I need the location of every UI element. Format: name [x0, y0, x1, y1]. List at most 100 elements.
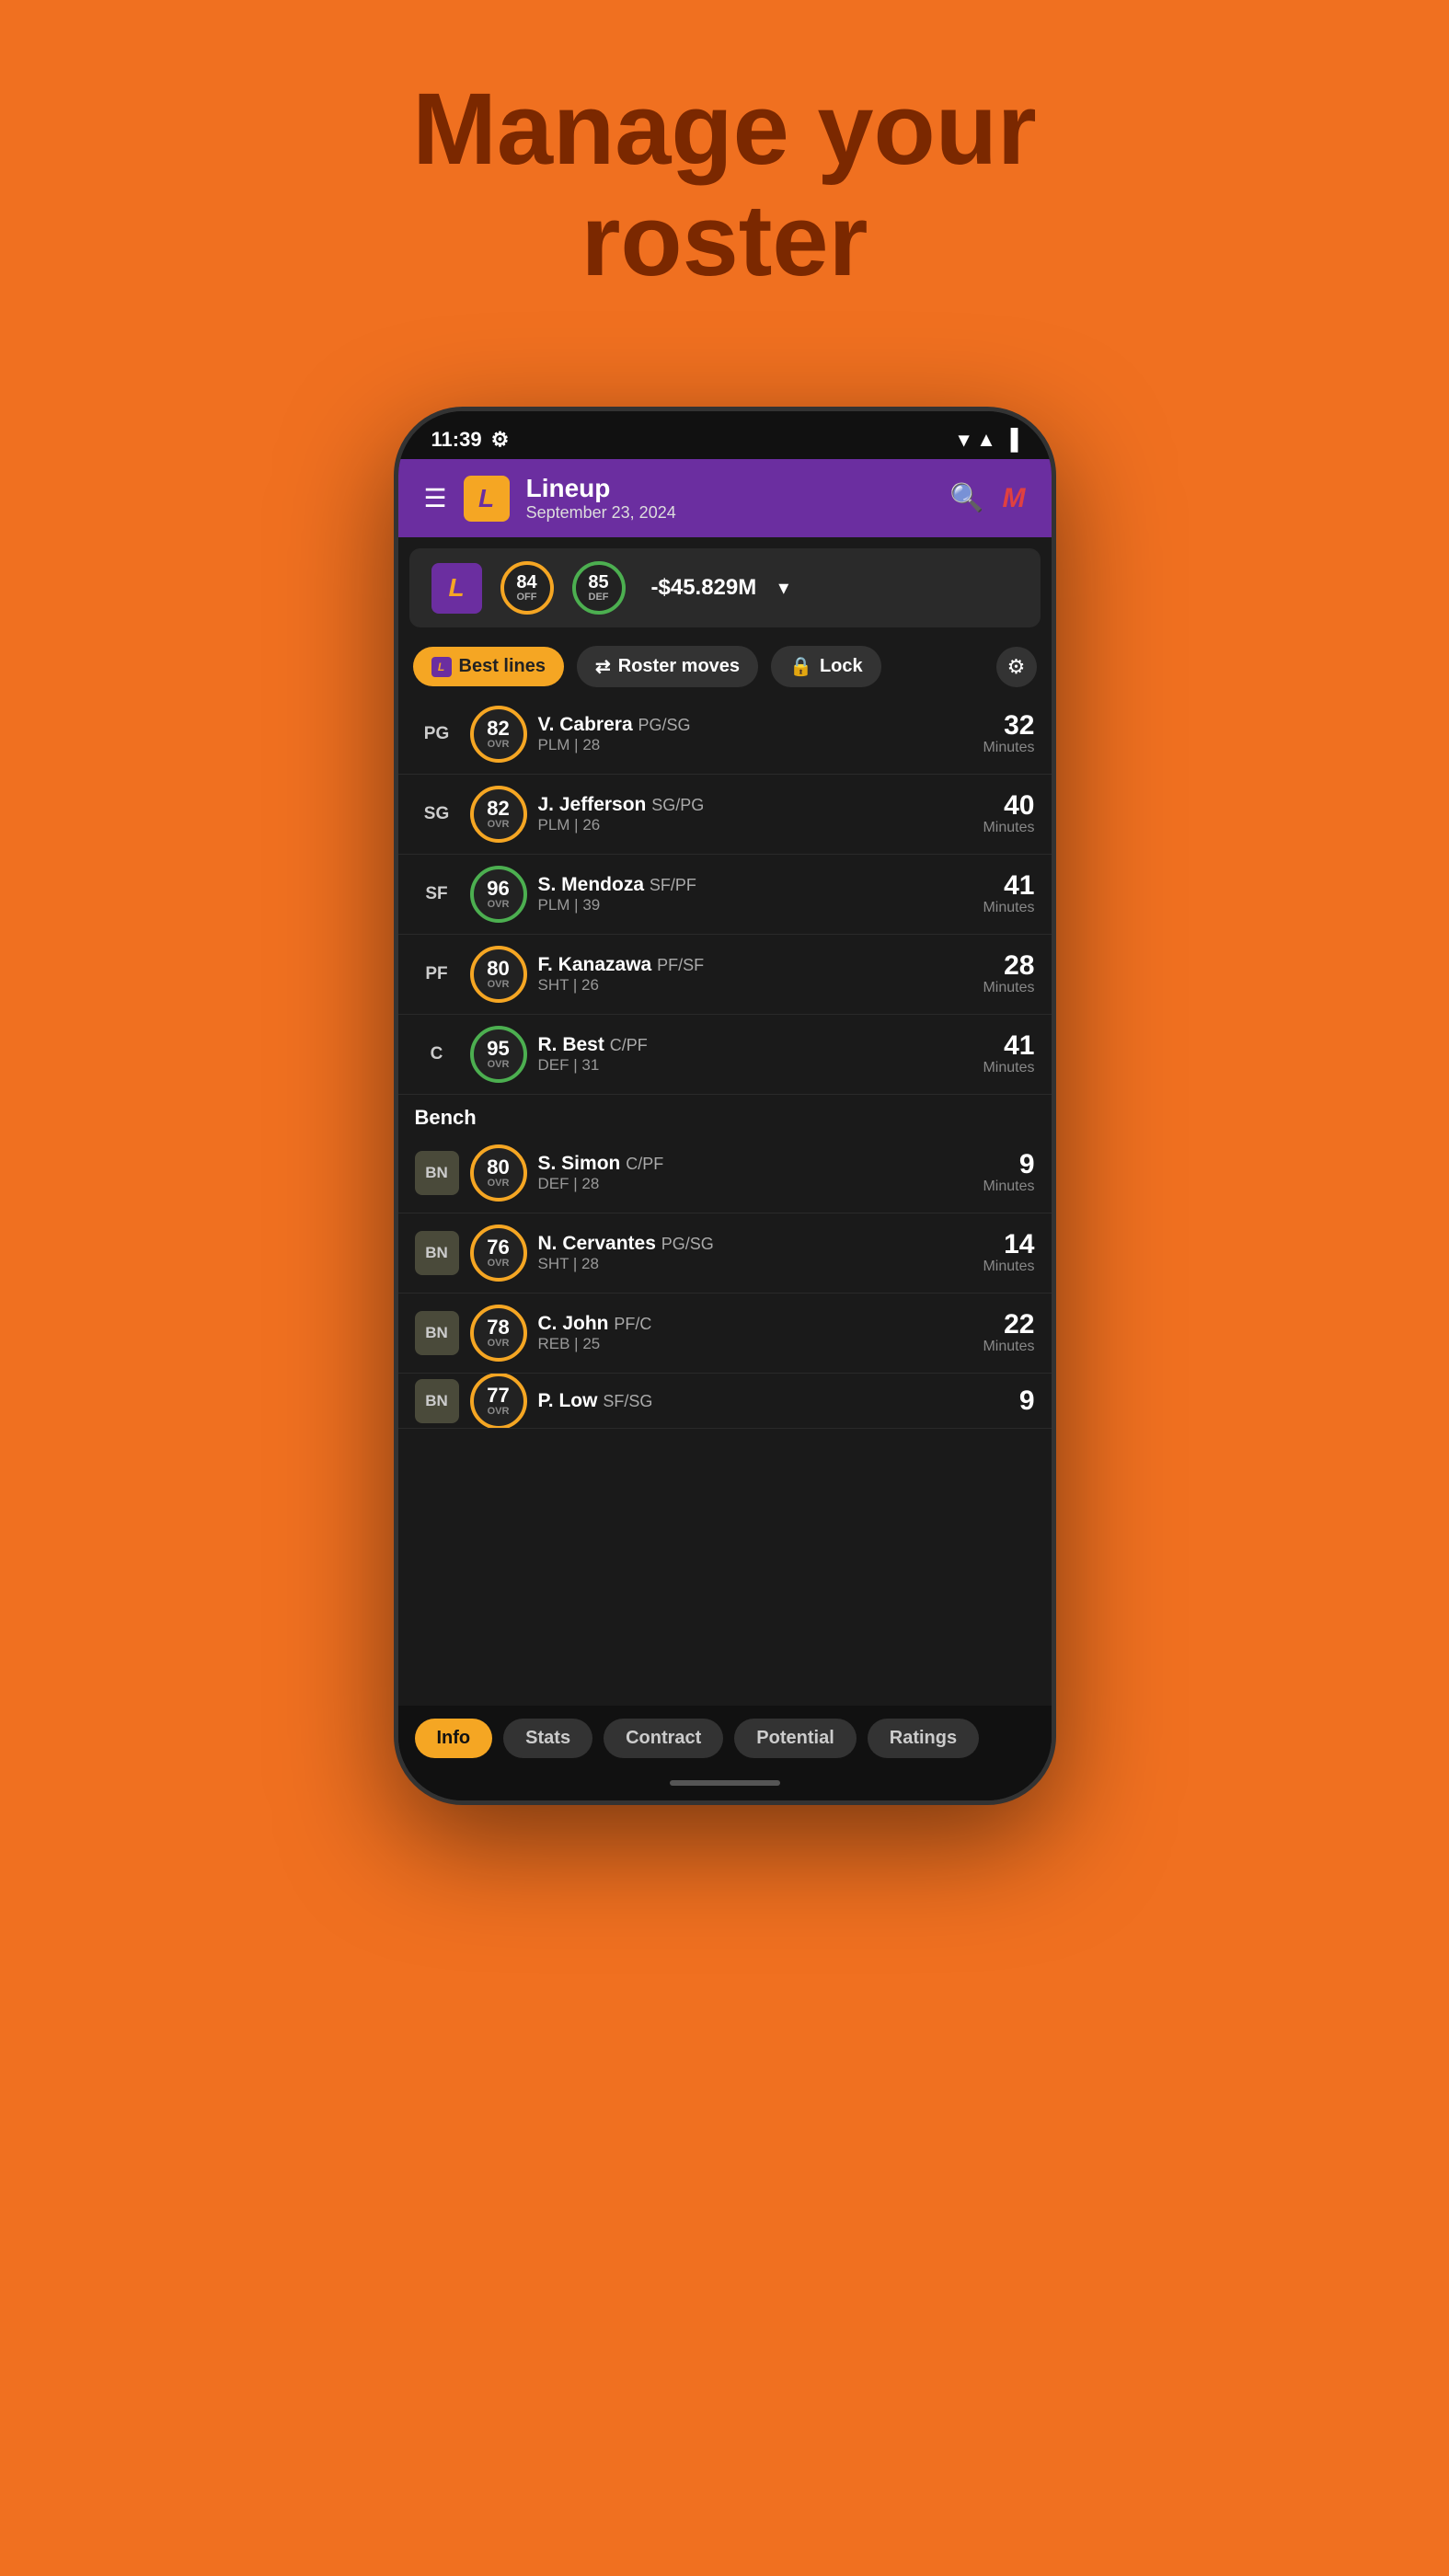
player-list: PG 82 OVR V. Cabrera PG/SG PLM | 28 32 M…: [398, 695, 1052, 1706]
ovr-circle: 80 OVR: [470, 946, 527, 1003]
bench-row-2[interactable]: BN 78 OVR C. John PF/C REB | 25 22 Minut…: [398, 1294, 1052, 1374]
offense-rating-circle: 84 OFF: [500, 561, 554, 615]
ovr-circle: 82 OVR: [470, 786, 527, 843]
profile-button[interactable]: M: [1003, 483, 1026, 514]
position-label: PF: [415, 964, 459, 984]
player-position-detail: SG/PG: [651, 796, 704, 814]
time-display: 11:39: [431, 428, 482, 452]
bench-row-1[interactable]: BN 76 OVR N. Cervantes PG/SG SHT | 28 14…: [398, 1213, 1052, 1294]
headline-line2: roster: [581, 184, 868, 297]
bench-row-0[interactable]: BN 80 OVR S. Simon C/PF DEF | 28 9 Minut…: [398, 1133, 1052, 1213]
header-title: Lineup: [526, 474, 676, 503]
phone-shell: 11:39 ⚙ ▾ ▲ ▐ ☰ L Lineup September 23, 2…: [394, 407, 1056, 1805]
app-header: ☰ L Lineup September 23, 2024 🔍 M: [398, 459, 1052, 537]
ovr-circle: 76 OVR: [470, 1225, 527, 1282]
player-info: V. Cabrera PG/SG PLM | 28: [538, 714, 972, 754]
tab-info[interactable]: Info: [415, 1719, 493, 1758]
player-name-text: F. Kanazawa: [538, 954, 652, 975]
bench-position-label: BN: [415, 1151, 459, 1195]
position-label: SG: [415, 804, 459, 824]
player-name-text: N. Cervantes: [538, 1233, 656, 1254]
tab-ratings[interactable]: Ratings: [868, 1719, 979, 1758]
player-position-detail: PF/SF: [657, 956, 704, 974]
player-position-detail: PF/C: [614, 1315, 651, 1333]
player-name-text: J. Jefferson: [538, 794, 647, 815]
player-info: R. Best C/PF DEF | 31: [538, 1034, 972, 1075]
player-meta: SHT | 28: [538, 1255, 972, 1273]
headline-line1: Manage your: [412, 73, 1036, 186]
ovr-circle: 82 OVR: [470, 706, 527, 763]
tab-contract[interactable]: Contract: [604, 1719, 723, 1758]
bottom-tab-bar: Info Stats Contract Potential Ratings: [398, 1706, 1052, 1771]
player-meta: REB | 25: [538, 1335, 972, 1353]
player-meta: PLM | 26: [538, 816, 972, 834]
action-row: L Best lines ⇄ Roster moves 🔒 Lock ⚙: [398, 638, 1052, 695]
expand-icon[interactable]: ▾: [778, 576, 788, 600]
player-minutes: 41 Minutes: [983, 1032, 1034, 1076]
bench-row-3[interactable]: BN 77 OVR P. Low SF/SG 9: [398, 1374, 1052, 1429]
team-logo-header: L: [464, 476, 510, 522]
position-label: C: [415, 1044, 459, 1064]
starter-row-4[interactable]: C 95 OVR R. Best C/PF DEF | 31 41 Minute…: [398, 1015, 1052, 1095]
starter-row-0[interactable]: PG 82 OVR V. Cabrera PG/SG PLM | 28 32 M…: [398, 695, 1052, 775]
menu-button[interactable]: ☰: [424, 483, 447, 513]
defense-rating-circle: 85 DEF: [572, 561, 626, 615]
app-body: L 84 OFF 85 DEF -$45.829M ▾ L Best lines…: [398, 537, 1052, 1800]
bench-position-label: BN: [415, 1311, 459, 1355]
settings-icon: ⚙: [491, 428, 510, 452]
player-minutes: 22 Minutes: [983, 1311, 1034, 1355]
ovr-circle: 96 OVR: [470, 866, 527, 923]
player-minutes: 9 Minutes: [983, 1151, 1034, 1195]
player-position-detail: C/PF: [626, 1155, 663, 1173]
player-position-detail: PG/SG: [638, 716, 690, 734]
ovr-circle: 80 OVR: [470, 1144, 527, 1202]
player-info: F. Kanazawa PF/SF SHT | 26: [538, 954, 972, 995]
position-label: PG: [415, 724, 459, 744]
starter-row-2[interactable]: SF 96 OVR S. Mendoza SF/PF PLM | 39 41 M…: [398, 855, 1052, 935]
page-headline: Manage your roster: [412, 74, 1036, 296]
ovr-circle: 95 OVR: [470, 1026, 527, 1083]
header-title-block: Lineup September 23, 2024: [526, 474, 676, 523]
team-stats-bar: L 84 OFF 85 DEF -$45.829M ▾: [409, 548, 1041, 627]
bench-section-header: Bench: [398, 1095, 1052, 1133]
player-minutes: 32 Minutes: [983, 712, 1034, 756]
starters-list: PG 82 OVR V. Cabrera PG/SG PLM | 28 32 M…: [398, 695, 1052, 1095]
player-info: P. Low SF/SG: [538, 1390, 1008, 1412]
player-name-text: C. John: [538, 1313, 609, 1334]
player-name-text: S. Mendoza: [538, 874, 645, 895]
bench-list: BN 80 OVR S. Simon C/PF DEF | 28 9 Minut…: [398, 1133, 1052, 1429]
player-position-detail: SF/PF: [650, 876, 696, 894]
tab-stats[interactable]: Stats: [503, 1719, 592, 1758]
best-lines-button[interactable]: L Best lines: [413, 647, 564, 686]
header-subtitle: September 23, 2024: [526, 503, 676, 523]
home-indicator: [398, 1771, 1052, 1800]
wifi-icon: ▾: [959, 428, 969, 452]
player-info: S. Mendoza SF/PF PLM | 39: [538, 874, 972, 914]
player-name-text: R. Best: [538, 1034, 604, 1055]
search-button[interactable]: 🔍: [949, 482, 983, 514]
ovr-circle: 77 OVR: [470, 1374, 527, 1429]
player-meta: PLM | 28: [538, 736, 972, 754]
player-minutes: 14 Minutes: [983, 1231, 1034, 1275]
bench-position-label: BN: [415, 1379, 459, 1423]
starter-row-3[interactable]: PF 80 OVR F. Kanazawa PF/SF SHT | 26 28 …: [398, 935, 1052, 1015]
player-name-text: P. Low: [538, 1390, 598, 1411]
player-name-text: V. Cabrera: [538, 714, 633, 735]
player-info: S. Simon C/PF DEF | 28: [538, 1153, 972, 1193]
settings-button[interactable]: ⚙: [996, 647, 1037, 687]
roster-moves-button[interactable]: ⇄ Roster moves: [577, 646, 758, 687]
player-minutes: 40 Minutes: [983, 792, 1034, 836]
ovr-circle: 78 OVR: [470, 1305, 527, 1362]
player-minutes: 9: [1019, 1387, 1035, 1415]
position-label: SF: [415, 884, 459, 904]
starter-row-1[interactable]: SG 82 OVR J. Jefferson SG/PG PLM | 26 40…: [398, 775, 1052, 855]
player-info: C. John PF/C REB | 25: [538, 1313, 972, 1353]
status-bar: 11:39 ⚙ ▾ ▲ ▐: [398, 411, 1052, 459]
lock-button[interactable]: 🔒 Lock: [771, 646, 881, 687]
player-meta: SHT | 26: [538, 976, 972, 995]
tab-potential[interactable]: Potential: [734, 1719, 856, 1758]
swap-icon: ⇄: [595, 655, 611, 678]
player-name-text: S. Simon: [538, 1153, 621, 1174]
best-lines-logo: L: [431, 657, 452, 677]
player-minutes: 28 Minutes: [983, 952, 1034, 996]
